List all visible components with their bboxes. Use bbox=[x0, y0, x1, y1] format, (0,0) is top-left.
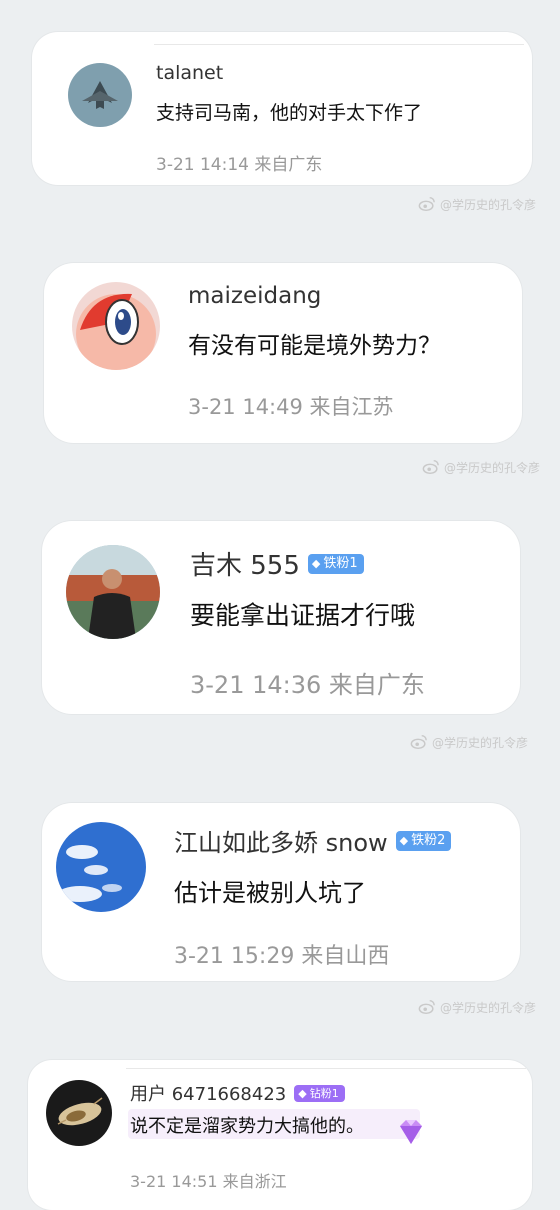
comment-card-2: maizeidang 有没有可能是境外势力？ 3-21 14:49 来自江苏 bbox=[44, 263, 522, 443]
badge-label: 铁粉1 bbox=[323, 555, 358, 571]
username-row: 吉木 555 ◆ 铁粉1 bbox=[190, 545, 364, 582]
comment-time: 3-21 14:36 bbox=[190, 671, 322, 699]
username[interactable]: 用户 6471668423 bbox=[130, 1080, 286, 1106]
comment-time: 3-21 14:14 bbox=[156, 155, 249, 175]
comment-text: 说不定是溜家势力大搞他的。 bbox=[130, 1116, 364, 1137]
comment-text: 有没有可能是境外势力？ bbox=[188, 333, 441, 359]
watermark-3: @学历史的孔令彦 bbox=[410, 733, 528, 751]
comment-meta: 3-21 14:14 来自广东 bbox=[156, 150, 322, 175]
username-row: maizeidang bbox=[188, 283, 321, 309]
username[interactable]: 吉木 555 bbox=[190, 545, 300, 582]
comment-meta: 3-21 14:51 来自浙江 bbox=[130, 1168, 287, 1192]
comment-text: 要能拿出证据才行哦 bbox=[190, 601, 416, 630]
comment-location: 来自广东 bbox=[328, 671, 425, 699]
comment-card-1: talanet 支持司马南，他的对手太下作了 3-21 14:14 来自广东 bbox=[32, 32, 532, 185]
diamond-icon: ◆ bbox=[399, 834, 409, 847]
username-row: 江山如此多娇 snow ◆ 铁粉2 bbox=[174, 823, 452, 858]
comment-time: 3-21 14:51 bbox=[130, 1172, 218, 1191]
top-divider bbox=[126, 1068, 526, 1069]
iron-fan-badge: ◆ 铁粉2 bbox=[395, 830, 452, 851]
badge-label: 钻粉1 bbox=[309, 1086, 339, 1100]
comment-location: 来自广东 bbox=[254, 155, 323, 175]
comment-meta: 3-21 14:49 来自江苏 bbox=[188, 391, 394, 421]
comment-text: 支持司马南，他的对手太下作了 bbox=[156, 102, 423, 124]
username-row: talanet bbox=[156, 62, 223, 84]
comment-card-4: 江山如此多娇 snow ◆ 铁粉2 估计是被别人坑了 3-21 15:29 来自… bbox=[42, 803, 520, 981]
diamond-fan-badge: ◆ 钻粉1 bbox=[294, 1084, 345, 1102]
watermark-1: @学历史的孔令彦 bbox=[418, 195, 536, 213]
comment-location: 来自山西 bbox=[301, 944, 390, 969]
watermark-4: @学历史的孔令彦 bbox=[418, 998, 536, 1016]
username[interactable]: talanet bbox=[156, 62, 223, 84]
top-divider bbox=[154, 44, 524, 45]
fighter-jet-avatar[interactable] bbox=[68, 63, 132, 127]
comment-time: 3-21 15:29 bbox=[174, 944, 295, 969]
comment-meta: 3-21 14:36 来自广东 bbox=[190, 665, 425, 700]
cicada-avatar[interactable] bbox=[46, 1080, 112, 1146]
username[interactable]: 江山如此多娇 snow bbox=[174, 823, 388, 858]
comment-location: 来自浙江 bbox=[222, 1172, 287, 1191]
weibo-icon bbox=[422, 459, 439, 475]
comment-text: 估计是被别人坑了 bbox=[174, 879, 366, 907]
blue-sky-avatar[interactable] bbox=[56, 822, 146, 912]
watermark-text: @学历史的孔令彦 bbox=[440, 197, 537, 212]
username-row: 用户 6471668423 ◆ 钻粉1 bbox=[130, 1080, 345, 1106]
watermark-text: @学历史的孔令彦 bbox=[440, 1000, 537, 1015]
weibo-icon bbox=[418, 999, 435, 1015]
badge-label: 铁粉2 bbox=[411, 832, 446, 848]
iron-fan-badge: ◆ 铁粉1 bbox=[307, 553, 364, 574]
comment-location: 来自江苏 bbox=[309, 395, 394, 419]
username[interactable]: maizeidang bbox=[188, 283, 321, 309]
weibo-icon bbox=[410, 734, 427, 750]
comment-time: 3-21 14:49 bbox=[188, 395, 303, 419]
diamond-icon: ◆ bbox=[311, 557, 321, 570]
watermark-2: @学历史的孔令彦 bbox=[422, 458, 540, 476]
comment-meta: 3-21 15:29 来自山西 bbox=[174, 938, 389, 970]
weibo-icon bbox=[418, 196, 435, 212]
cartoon-mascot-avatar[interactable] bbox=[72, 282, 160, 370]
comment-card-5: 用户 6471668423 ◆ 钻粉1 说不定是溜家势力大搞他的。 3-21 1… bbox=[28, 1060, 532, 1210]
watermark-text: @学历史的孔令彦 bbox=[444, 460, 541, 475]
diamond-sticker-icon bbox=[400, 1120, 422, 1144]
diamond-icon: ◆ bbox=[298, 1086, 307, 1100]
watermark-text: @学历史的孔令彦 bbox=[432, 735, 529, 750]
man-photo-avatar[interactable] bbox=[66, 545, 160, 639]
comment-card-3: 吉木 555 ◆ 铁粉1 要能拿出证据才行哦 3-21 14:36 来自广东 bbox=[42, 521, 520, 714]
